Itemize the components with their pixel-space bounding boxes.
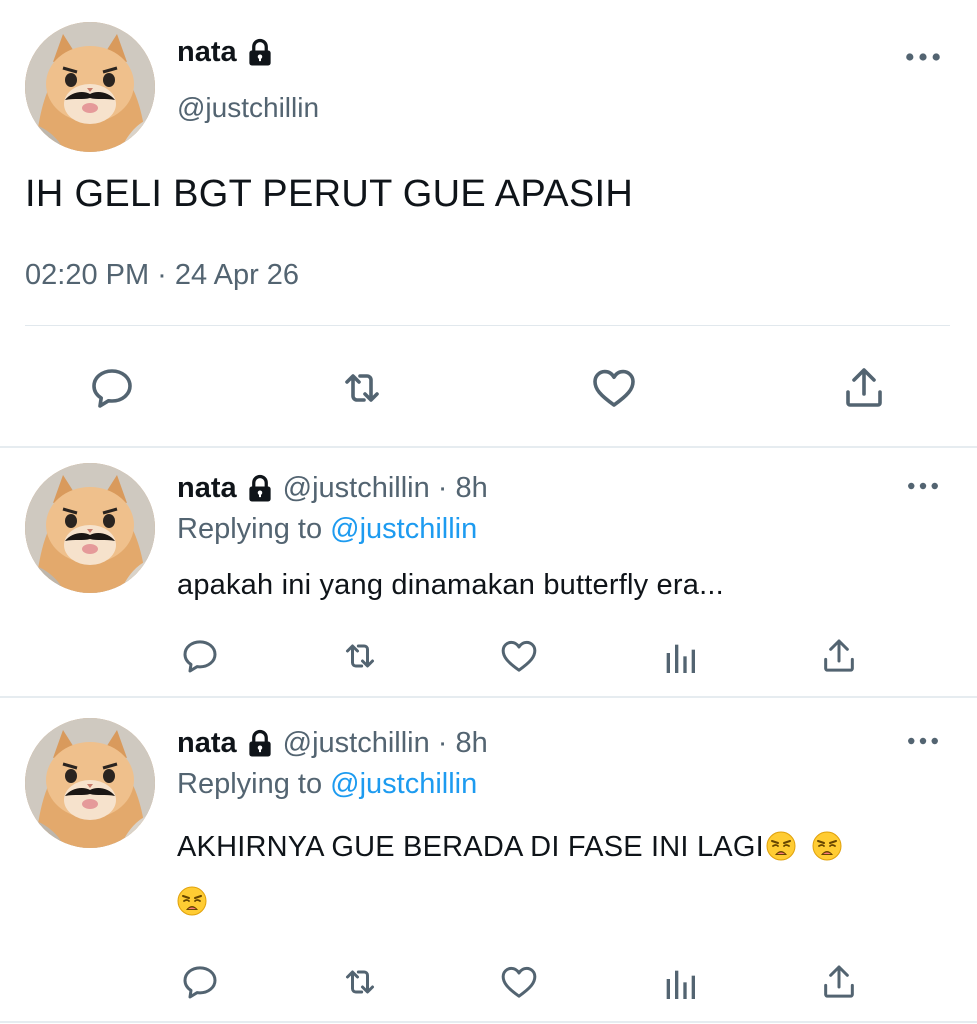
author-name[interactable]: nata [177, 36, 275, 69]
retweet-icon[interactable] [338, 364, 386, 412]
divider [0, 696, 977, 698]
more-options-icon[interactable] [905, 50, 941, 64]
weary-face-emoji [177, 886, 207, 916]
replying-mention[interactable]: @justchillin [330, 513, 477, 545]
share-icon[interactable] [819, 962, 859, 1002]
reply-icon[interactable] [180, 962, 220, 1002]
like-icon[interactable] [499, 962, 539, 1002]
share-icon[interactable] [819, 636, 859, 676]
divider [25, 325, 950, 326]
weary-face-emoji [766, 831, 796, 861]
author-name[interactable]: nata [177, 472, 237, 505]
retweet-icon[interactable] [340, 962, 380, 1002]
author-handle-time[interactable]: @justchillin · 8h [283, 472, 488, 505]
like-icon[interactable] [590, 364, 638, 412]
more-options-icon[interactable] [907, 480, 939, 492]
lock-icon [245, 474, 275, 504]
reply-header: nata @justchillin · 8h [177, 727, 488, 760]
reply-text-content: AKHIRNYA GUE BERADA DI FASE INI LAGI [177, 831, 764, 863]
share-icon[interactable] [840, 364, 888, 412]
author-name[interactable]: nata [177, 727, 237, 760]
reply-header: nata @justchillin · 8h [177, 472, 488, 505]
tweet-timestamp[interactable]: 02:20 PM · 24 Apr 26 [25, 259, 299, 292]
lock-icon [245, 729, 275, 759]
replying-prefix: Replying to [177, 513, 323, 545]
avatar[interactable] [25, 22, 155, 152]
analytics-icon[interactable] [660, 964, 700, 1004]
tweet-text: IH GELI BGT PERUT GUE APASIH [25, 173, 634, 215]
weary-face-emoji [812, 831, 842, 861]
reply-text: AKHIRNYA GUE BERADA DI FASE INI LAGI [177, 820, 937, 930]
replying-prefix: Replying to [177, 768, 323, 800]
divider [0, 1021, 977, 1023]
replying-to: Replying to @justchillin [177, 513, 477, 546]
more-options-icon[interactable] [907, 735, 939, 747]
analytics-icon[interactable] [660, 638, 700, 678]
divider [0, 446, 977, 448]
lock-icon [245, 38, 275, 68]
author-name-text: nata [177, 36, 237, 68]
replying-to: Replying to @justchillin [177, 768, 477, 801]
retweet-icon[interactable] [340, 636, 380, 676]
like-icon[interactable] [499, 636, 539, 676]
reply-text: apakah ini yang dinamakan butterfly era.… [177, 558, 937, 613]
avatar[interactable] [25, 463, 155, 593]
avatar[interactable] [25, 718, 155, 848]
reply-text-content: apakah ini yang dinamakan butterfly era.… [177, 569, 724, 601]
author-handle[interactable]: @justchillin [177, 92, 319, 124]
reply-icon[interactable] [88, 364, 136, 412]
reply-icon[interactable] [180, 636, 220, 676]
author-handle-time[interactable]: @justchillin · 8h [283, 727, 488, 760]
replying-mention[interactable]: @justchillin [330, 768, 477, 800]
